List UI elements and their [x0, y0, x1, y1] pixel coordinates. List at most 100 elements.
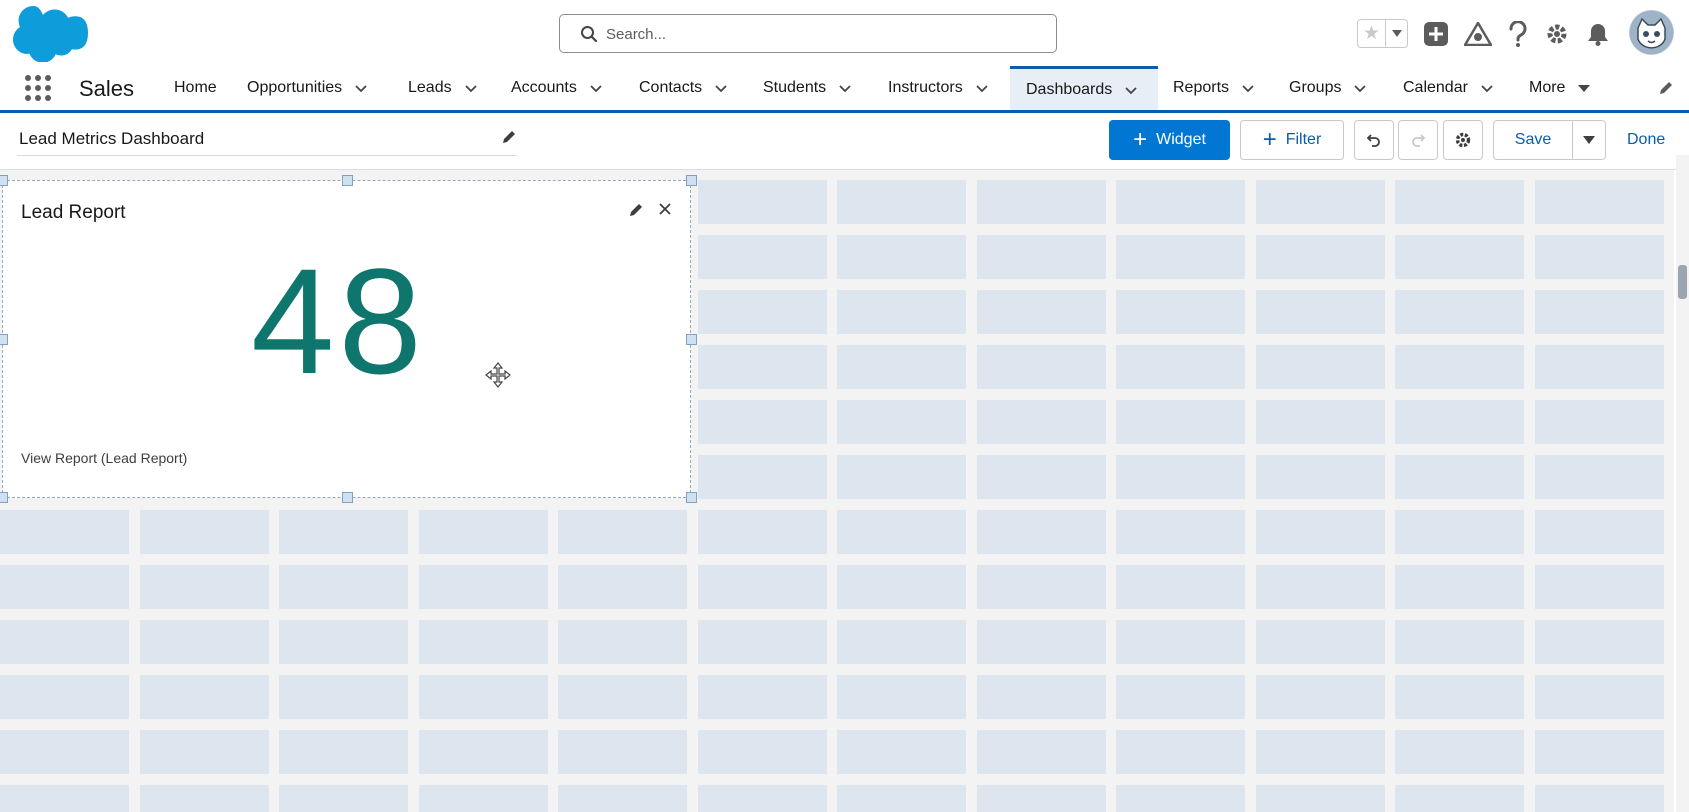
edit-widget-pencil-icon[interactable]	[628, 202, 644, 218]
resize-handle[interactable]	[0, 492, 8, 503]
scrollbar-thumb[interactable]	[1678, 265, 1687, 299]
nav-item-opportunities[interactable]: Opportunities	[247, 66, 368, 110]
grid-placeholder-cell	[1534, 730, 1664, 774]
save-menu-button[interactable]	[1572, 120, 1606, 160]
grid-placeholder-cell	[1395, 345, 1524, 389]
salesforce-logo[interactable]	[12, 6, 88, 62]
edit-title-pencil-icon[interactable]	[501, 129, 517, 145]
metric-widget[interactable]: Lead Report 48 View Report (Lead Report)	[0, 175, 697, 503]
grid-placeholder-cell	[697, 785, 827, 812]
setup-gear-icon[interactable]	[1543, 20, 1571, 48]
plus-icon: +	[1133, 126, 1148, 153]
nav-item-reports[interactable]: Reports	[1173, 66, 1255, 110]
done-button[interactable]: Done	[1627, 131, 1665, 149]
dashboard-edit-toolbar: Lead Metrics Dashboard + Widget + Filter…	[0, 113, 1689, 170]
caret-down-icon[interactable]	[1577, 81, 1591, 95]
caret-down-icon	[1391, 30, 1402, 37]
dashboard-canvas[interactable]: Lead Report 48 View Report (Lead Report)	[0, 170, 1674, 812]
grid-placeholder-cell	[1395, 455, 1524, 499]
grid-placeholder-cell	[139, 620, 269, 664]
grid-placeholder-cell	[976, 235, 1106, 279]
notifications-bell-icon[interactable]	[1584, 20, 1612, 48]
grid-placeholder-cell	[558, 730, 687, 774]
grid-placeholder-cell	[1534, 620, 1664, 664]
grid-placeholder-cell	[1395, 565, 1524, 609]
redo-button[interactable]	[1398, 120, 1438, 160]
grid-placeholder-cell	[976, 620, 1106, 664]
grid-placeholder-cell	[418, 675, 548, 719]
nav-item-contacts[interactable]: Contacts	[639, 66, 728, 110]
undo-icon	[1366, 134, 1380, 147]
grid-placeholder-cell	[1255, 510, 1385, 554]
favorites-menu-button[interactable]	[1386, 20, 1407, 47]
chevron-down-icon[interactable]	[1480, 81, 1494, 95]
grid-placeholder-cell	[1116, 620, 1245, 664]
save-button[interactable]: Save	[1493, 120, 1573, 160]
resize-handle[interactable]	[0, 175, 8, 186]
nav-item-leads[interactable]: Leads	[408, 66, 478, 110]
grid-placeholder-cell	[279, 730, 408, 774]
close-icon[interactable]	[657, 201, 673, 217]
chevron-down-icon[interactable]	[1353, 81, 1367, 95]
resize-handle[interactable]	[342, 175, 353, 186]
grid-placeholder-cell	[418, 620, 548, 664]
resize-handle[interactable]	[0, 334, 8, 345]
chevron-down-icon[interactable]	[1241, 81, 1255, 95]
resize-handle[interactable]	[342, 492, 353, 503]
save-label: Save	[1514, 131, 1552, 148]
grid-placeholder-cell	[837, 510, 966, 554]
nav-item-label: More	[1529, 79, 1566, 96]
nav-item-accounts[interactable]: Accounts	[511, 66, 603, 110]
nav-item-dashboards[interactable]: Dashboards	[1010, 66, 1158, 110]
redo-icon	[1412, 134, 1426, 147]
grid-placeholder-cell	[0, 620, 129, 664]
dashboard-title[interactable]: Lead Metrics Dashboard	[19, 129, 204, 149]
grid-placeholder-cell	[1255, 400, 1385, 444]
nav-item-groups[interactable]: Groups	[1289, 66, 1367, 110]
resize-handle[interactable]	[686, 334, 697, 345]
grid-placeholder-cell	[1116, 675, 1245, 719]
properties-button[interactable]	[1443, 120, 1483, 160]
favorites-star-icon[interactable]: ★	[1358, 20, 1386, 47]
chevron-down-icon[interactable]	[714, 81, 728, 95]
grid-placeholder-cell	[976, 565, 1106, 609]
chevron-down-icon[interactable]	[838, 81, 852, 95]
grid-placeholder-cell	[1255, 620, 1385, 664]
nav-item-more[interactable]: More	[1529, 66, 1591, 110]
view-report-link[interactable]: View Report (Lead Report)	[21, 450, 187, 466]
grid-placeholder-cell	[976, 400, 1106, 444]
search-input[interactable]	[606, 21, 1036, 47]
undo-button[interactable]	[1354, 120, 1394, 160]
nav-item-students[interactable]: Students	[763, 66, 852, 110]
user-avatar[interactable]	[1629, 10, 1674, 55]
grid-placeholder-cell	[0, 730, 129, 774]
nav-item-instructors[interactable]: Instructors	[888, 66, 989, 110]
global-actions-add-icon[interactable]	[1422, 20, 1450, 48]
add-widget-button[interactable]: + Widget	[1109, 120, 1230, 160]
grid-placeholder-cell	[1116, 785, 1245, 812]
resize-handle[interactable]	[686, 175, 697, 186]
edit-nav-pencil-icon[interactable]	[1658, 80, 1674, 96]
chevron-down-icon[interactable]	[589, 81, 603, 95]
grid-placeholder-cell	[1534, 455, 1664, 499]
trailhead-icon[interactable]	[1464, 20, 1492, 48]
nav-item-home[interactable]: Home	[174, 66, 217, 110]
grid-placeholder-cell	[697, 180, 827, 224]
global-search[interactable]	[559, 14, 1057, 53]
nav-item-label: Opportunities	[247, 79, 343, 96]
add-filter-button[interactable]: + Filter	[1240, 120, 1344, 160]
chevron-down-icon[interactable]	[354, 81, 368, 95]
grid-placeholder-cell	[976, 785, 1106, 812]
help-icon[interactable]	[1504, 20, 1532, 48]
favorites-group[interactable]: ★	[1357, 19, 1408, 48]
vertical-scrollbar[interactable]	[1676, 155, 1689, 812]
grid-placeholder-cell	[418, 565, 548, 609]
chevron-down-icon[interactable]	[975, 81, 989, 95]
chevron-down-icon[interactable]	[1124, 83, 1138, 97]
app-launcher-icon[interactable]	[24, 74, 52, 102]
nav-item-calendar[interactable]: Calendar	[1403, 66, 1494, 110]
chevron-down-icon[interactable]	[464, 81, 478, 95]
grid-placeholder-cell	[1255, 675, 1385, 719]
grid-placeholder-cell	[837, 235, 966, 279]
resize-handle[interactable]	[686, 492, 697, 503]
